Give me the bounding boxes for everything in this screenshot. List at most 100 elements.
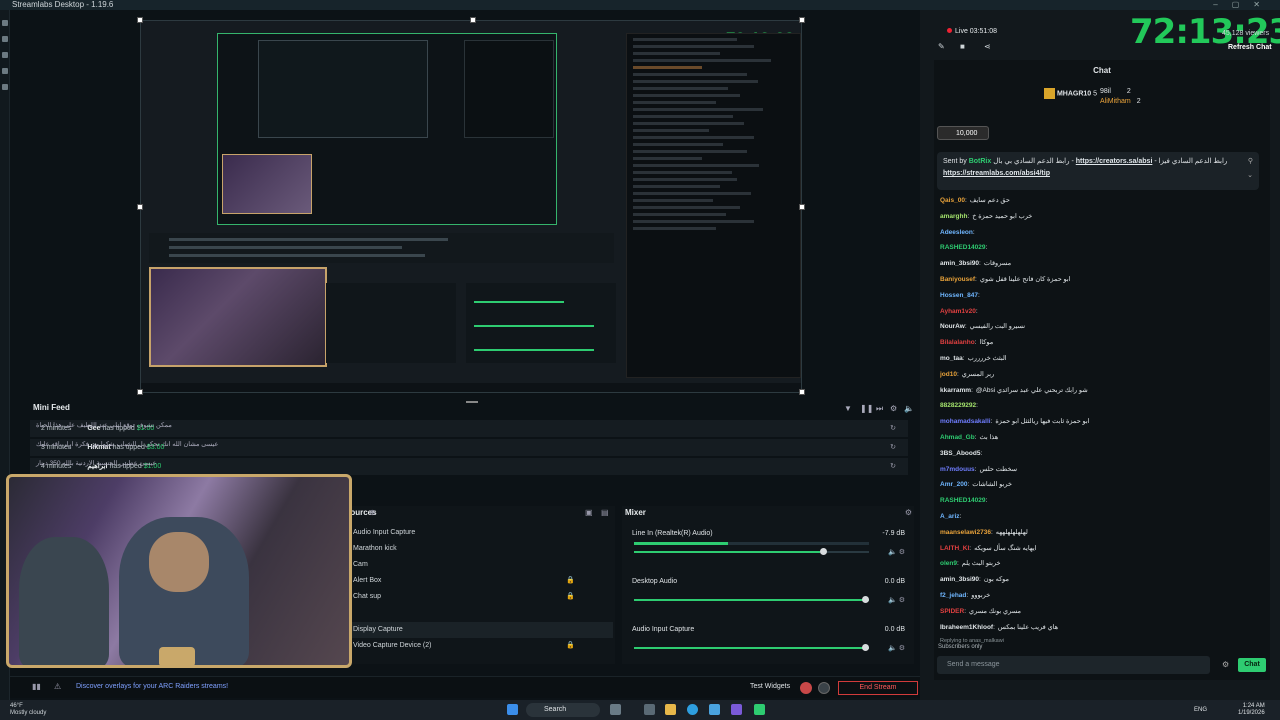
chat-username[interactable]: Hossen_847 [940,292,978,299]
chat-username[interactable]: Amr_200 [940,481,967,488]
volume-icon[interactable]: 🔈 [904,404,914,413]
chat-username[interactable]: LAITH_KI [940,545,969,552]
chat-username[interactable]: 3BS_Abood5 [940,450,980,457]
chat-username[interactable]: amin_3bsi90 [940,576,979,583]
mute-settings-icon[interactable]: 🔈 ⚙ [888,644,905,652]
chat-input[interactable]: Send a message [937,656,1210,674]
source-item[interactable] [345,605,613,621]
volume-slider[interactable] [634,548,869,555]
chat-username[interactable]: NourAw [940,323,965,330]
resize-handle[interactable] [799,389,805,395]
source-settings-icon[interactable]: ▤ [601,508,609,517]
video-icon[interactable]: ■ [960,42,965,51]
chat-username[interactable]: amin_3bsi90 [940,260,979,267]
streamlabs-icon[interactable] [754,704,765,715]
end-stream-button[interactable]: End Stream [838,681,918,695]
add-source-icon[interactable]: ⊕ [369,508,376,517]
chat-username[interactable]: Bilalalanho [940,339,975,346]
pin-icon[interactable]: ⚲ [1248,156,1253,168]
pinned-link-creators[interactable]: https://creators.sa/absi [1076,158,1153,165]
edge-icon[interactable] [687,704,698,715]
taskbar-search[interactable]: Search [526,703,600,717]
chat-send-button[interactable]: Chat [1238,658,1266,672]
chat-username[interactable]: amarghh [940,213,967,220]
apps-icon[interactable] [2,52,8,58]
refresh-chat-button[interactable]: Refresh Chat [1228,44,1272,51]
resize-handle[interactable] [137,17,143,23]
chevron-down-icon[interactable]: ⌄ [1247,170,1253,182]
chat-username[interactable]: Baniyousef [940,276,975,283]
notification-icon[interactable]: ⚠ [54,682,61,691]
resize-handle[interactable] [470,17,476,23]
replay-button[interactable] [818,682,830,694]
share-icon[interactable]: ⋖ [984,42,991,51]
chat-username[interactable]: mohamadsakalli [940,418,991,425]
resize-handle[interactable] [799,204,805,210]
chat-username[interactable]: Ibraheem1Khloof [940,624,993,631]
filter-icon[interactable]: ▼ [844,404,852,413]
chat-username[interactable]: RASHED14029 [940,244,986,251]
edit-icon[interactable]: ✎ [938,42,945,51]
source-item[interactable]: Chat sup 🔒 [345,589,613,605]
chat-username[interactable]: mo_taa [940,355,963,362]
settings-icon[interactable] [2,84,8,90]
mute-settings-icon[interactable]: 🔈 ⚙ [888,548,905,556]
promo-link[interactable]: Discover overlays for your ARC Raiders s… [76,683,228,690]
source-item[interactable]: Alert Box 🔒 [345,573,613,589]
source-item[interactable]: Cam [345,557,613,573]
clock-widget[interactable]: 1:24 AM 1/19/2026 [1238,703,1265,717]
lock-icon[interactable]: 🔒 [566,589,575,605]
explorer-icon[interactable] [665,704,676,715]
skip-icon[interactable]: ⏭ [876,404,883,414]
repeat-icon[interactable]: ↻ [890,420,896,437]
source-item[interactable]: Marathon kick [345,541,613,557]
mute-settings-icon[interactable]: 🔈 ⚙ [888,596,905,604]
window-controls[interactable]: –▢✕ [1213,0,1274,10]
folder-icon[interactable]: ▣ [585,508,593,517]
start-icon[interactable] [507,704,518,715]
chat-username[interactable]: 8828229292 [940,402,976,409]
chat-username[interactable]: RASHED14029 [940,497,986,504]
repeat-icon[interactable]: ↻ [890,439,896,456]
chat-username[interactable]: f2_jehad [940,592,966,599]
settings-icon[interactable]: ⚙ [1222,660,1229,669]
chat-username[interactable]: Ayham1v20 [940,308,976,315]
language-indicator[interactable]: ENG [1194,707,1207,713]
weather-widget[interactable]: 46°F Mostly cloudy [10,703,46,717]
chat-username[interactable]: A_ariz [940,513,960,520]
repeat-icon[interactable]: ↻ [890,458,896,475]
volume-slider[interactable] [634,644,869,651]
lock-icon[interactable]: 🔒 [566,573,575,589]
source-item[interactable]: Video Capture Device (2) 🔒 [345,638,613,654]
lock-icon[interactable]: 🔒 [566,638,575,654]
settings-icon[interactable]: ⚙ [890,404,897,413]
chat-username[interactable]: kkarramm [940,387,971,394]
stats-icon[interactable]: ▮▮ [32,682,41,691]
editor-icon[interactable] [2,20,8,26]
themes-icon[interactable] [2,36,8,42]
store-icon[interactable] [709,704,720,715]
chat-username[interactable]: Adeesleon [940,229,973,236]
taskview-icon[interactable] [644,704,655,715]
resize-handle[interactable] [799,17,805,23]
chat-username[interactable]: m7mdouus [940,466,975,473]
pinned-link-streamlabs[interactable]: https://streamlabs.com/absi4/tip [943,170,1050,177]
widgets-icon[interactable] [610,704,621,715]
chat-username[interactable]: Qais_00 [940,197,965,204]
volume-slider[interactable] [634,596,869,603]
mixer-settings-icon[interactable]: ⚙ [905,508,912,517]
stream-preview[interactable]: 72:13:23 [140,20,802,393]
source-item[interactable]: Audio Input Capture [345,525,613,541]
pause-icon[interactable]: ❚❚ [860,404,873,413]
chat-username[interactable]: maanselawi2736 [940,529,991,536]
record-button[interactable] [800,682,812,694]
chat-username[interactable]: olen9 [940,560,957,567]
source-item-selected[interactable]: Display Capture [345,622,613,638]
chat-username[interactable]: jod10 [940,371,957,378]
chat-username[interactable]: SPIDER [940,608,964,615]
resize-handle[interactable] [137,389,143,395]
highlighter-icon[interactable] [2,68,8,74]
chat-username[interactable]: Ahmad_Gb [940,434,975,441]
resize-handle[interactable] [137,204,143,210]
discord-icon[interactable] [731,704,742,715]
